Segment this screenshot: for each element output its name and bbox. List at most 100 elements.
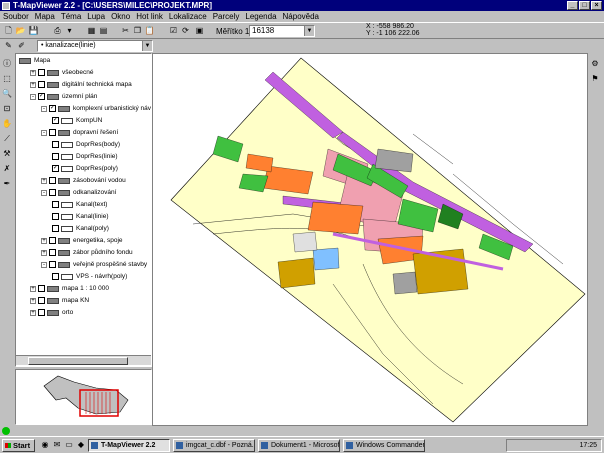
tree-item[interactable]: + mapa 1 : 10 000 [30,284,109,293]
app-icon[interactable] [2,2,10,10]
tree-item[interactable]: + digitální technická mapa [30,80,132,89]
menu-lokalizace[interactable]: Lokalizace [169,11,207,22]
visibility-checkbox[interactable] [49,177,56,184]
refresh-icon[interactable]: ⟳ [180,25,191,36]
tree-item[interactable]: ✓ DoprRes(poly) [52,164,118,173]
expand-icon[interactable]: + [30,285,36,292]
visibility-checkbox[interactable] [49,189,56,196]
select-icon[interactable]: ⬚ [1,73,13,84]
collapse-icon[interactable]: - [41,129,47,136]
tree-item[interactable]: Kanal(poly) [52,224,109,233]
expand-icon[interactable]: + [30,309,36,316]
collapse-icon[interactable]: - [41,189,47,196]
print-icon[interactable]: ⎙ [52,25,63,36]
expand-icon[interactable]: + [41,249,47,256]
check-icon[interactable]: ☑ [168,25,179,36]
tree-item[interactable]: Kanal(linie) [52,212,109,221]
expand-icon[interactable]: + [30,69,36,76]
draw-icon[interactable]: ✗ [1,163,13,174]
visibility-checkbox[interactable]: ✓ [49,105,56,112]
zoom-window-icon[interactable]: ⊡ [1,103,13,114]
task-windows-commander[interactable]: Windows Commander... [343,439,425,452]
chevron-down-icon[interactable]: ▼ [142,41,152,51]
menu-lupa[interactable]: Lupa [87,11,105,22]
tool-icon[interactable]: ⚒ [1,148,13,159]
tree-item[interactable]: + všeobecné [30,68,93,77]
tree-item[interactable]: + energetika, spoje [41,236,123,245]
visibility-checkbox[interactable]: ✓ [38,93,45,100]
visibility-checkbox[interactable] [38,309,45,316]
grid-icon[interactable]: ▣ [194,25,205,36]
menu-soubor[interactable]: Soubor [3,11,29,22]
map-icon[interactable]: ▦ [86,25,97,36]
tree-item[interactable]: DoprRes(body) [52,140,120,149]
cut-icon[interactable]: ✂ [120,25,131,36]
quicklaunch-app-icon[interactable]: ◆ [76,440,86,450]
menu-napoveda[interactable]: Nápověda [283,11,319,22]
tree-item[interactable]: + zábor půdního fondu [41,248,133,257]
minimize-button[interactable]: _ [567,1,578,10]
task-tmapviewer[interactable]: T-MapViewer 2.2 [88,439,170,452]
collapse-icon[interactable]: - [30,93,36,100]
quicklaunch-mail-icon[interactable]: ✉ [52,440,62,450]
expand-icon[interactable]: + [41,237,47,244]
menu-mapa[interactable]: Mapa [35,11,55,22]
collapse-icon[interactable]: - [41,261,47,268]
tree-item[interactable]: DoprRes(linie) [52,152,118,161]
expand-icon[interactable]: + [41,177,47,184]
visibility-checkbox[interactable] [49,129,56,136]
task-dokument[interactable]: Dokument1 - Microsof... [258,439,340,452]
tree-item[interactable]: - veřejně prospěšné stavby [41,260,147,269]
tree-item[interactable]: + zásobování vodou [41,176,126,185]
tree-item[interactable]: - ✓ územní plán [30,92,97,101]
visibility-checkbox[interactable] [38,297,45,304]
visibility-checkbox[interactable] [52,201,59,208]
scale-dropdown[interactable]: 16138 ▼ [249,25,315,37]
task-imgcat[interactable]: imgcat_c.dbf - Pozná... [173,439,255,452]
collapse-icon[interactable]: - [41,105,47,112]
quicklaunch-ie-icon[interactable]: ◉ [40,440,50,450]
pen-icon[interactable]: ✒ [1,178,13,189]
map-view[interactable] [152,53,588,426]
tree-item[interactable]: VPS - návrh(poly) [52,272,127,281]
visibility-checkbox[interactable] [52,213,59,220]
info-icon[interactable]: ⓘ [1,58,13,69]
visibility-checkbox[interactable]: ✓ [52,165,59,172]
tree-item[interactable]: + mapa KN [30,296,89,305]
tree-item[interactable]: - odkanalizování [41,188,116,197]
menu-okno[interactable]: Okno [111,11,130,22]
visibility-checkbox[interactable] [52,273,59,280]
paste-icon[interactable]: 📋 [144,25,155,36]
visibility-checkbox[interactable] [52,153,59,160]
visibility-checkbox[interactable] [49,237,56,244]
visibility-checkbox[interactable] [38,285,45,292]
chevron-down-icon[interactable]: ▼ [304,26,314,36]
layers-icon[interactable]: ▤ [98,25,109,36]
tree-horizontal-scrollbar[interactable] [16,355,151,365]
close-button[interactable]: × [591,1,602,10]
visibility-checkbox[interactable] [52,225,59,232]
expand-icon[interactable]: + [30,297,36,304]
scrollbar-thumb[interactable] [28,357,128,365]
start-button[interactable]: Start [2,439,35,452]
new-file-icon[interactable]: 🗋 [3,25,14,36]
visibility-checkbox[interactable] [38,69,45,76]
tree-item[interactable]: - ✓ komplexní urbanistický náv [41,104,151,113]
flag-icon[interactable]: ⚑ [589,73,601,84]
menu-tema[interactable]: Téma [61,11,81,22]
save-icon[interactable]: 💾 [28,25,39,36]
overview-map[interactable] [15,369,152,425]
tree-item[interactable]: + orto [30,308,73,317]
edit-icon[interactable]: ✐ [16,40,27,51]
measure-icon[interactable]: ⟋ [1,133,13,144]
active-layer-select[interactable]: • kanalizace(linie) ▼ [37,40,153,52]
maximize-button[interactable]: □ [579,1,590,10]
settings-icon[interactable]: ⚙ [589,58,601,69]
visibility-checkbox[interactable] [49,249,56,256]
pencil-icon[interactable]: ✎ [3,40,14,51]
zoom-icon[interactable]: 🔍 [1,88,13,99]
title-bar[interactable]: T-MapViewer 2.2 - [C:\USERS\MILEC\PROJEK… [0,0,604,11]
visibility-checkbox[interactable] [49,261,56,268]
menu-hotlink[interactable]: Hot link [136,11,163,22]
menu-parcely[interactable]: Parcely [213,11,240,22]
